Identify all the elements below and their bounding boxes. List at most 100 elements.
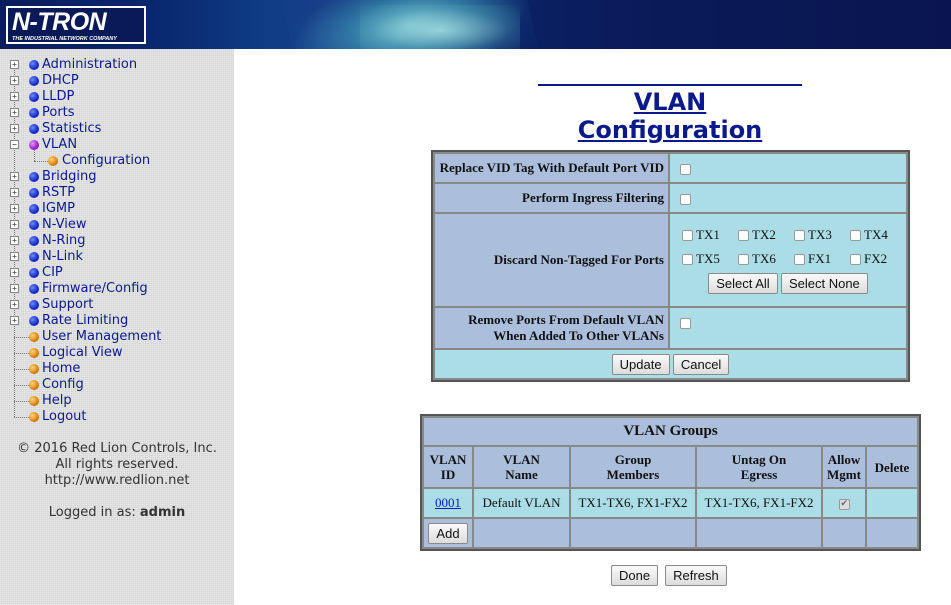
expand-icon[interactable]: + [10,300,19,309]
expand-icon[interactable]: + [10,124,19,133]
sidebar-item-label: Home [42,361,81,376]
expand-icon[interactable]: + [10,188,19,197]
expand-icon[interactable]: + [10,284,19,293]
sidebar-item-firmware-config[interactable]: + Firmware/Config [0,281,234,297]
sidebar-item-cip[interactable]: + CIP [0,265,234,281]
logo-tagline: THE INDUSTRIAL NETWORK COMPANY [12,36,117,42]
page-actions: Done Refresh [611,565,729,586]
sidebar-item-label: Administration [42,57,138,72]
expand-icon[interactable]: + [10,252,19,261]
tree-branch-line [14,337,29,338]
ingress-filter-cell [670,184,906,212]
remove-ports-checkbox[interactable] [680,317,691,329]
select-none-button[interactable]: Select None [780,272,868,294]
sidebar: + Administration + DHCP + LLDP + Ports + Statisti… [0,49,234,605]
sidebar-item-home[interactable]: Home [0,361,234,377]
sidebar-item-n-link[interactable]: + N-Link [0,249,234,265]
sidebar-item-lldp[interactable]: + LLDP [0,89,234,105]
sidebar-item-vlan[interactable]: − VLAN [0,137,234,153]
expand-icon[interactable]: + [10,220,19,229]
sidebar-item-n-ring[interactable]: + N-Ring [0,233,234,249]
port-checkbox[interactable] [794,254,805,266]
sidebar-item-igmp[interactable]: + IGMP [0,201,234,217]
port-label: FX2 [864,250,888,266]
collapse-icon[interactable]: − [10,140,19,149]
ingress-filter-checkbox[interactable] [680,193,691,205]
sidebar-item-label: CIP [42,265,63,280]
expand-icon[interactable]: + [10,236,19,245]
empty-cell [867,519,917,547]
vlan-id-link[interactable]: 0001 [435,495,461,510]
tree-branch-line [14,417,29,418]
tree-branch-line [14,353,29,354]
allow-mgmt-checkbox [838,498,850,510]
tree-child-line [34,149,35,161]
sidebar-item-logout[interactable]: Logout [0,409,234,425]
port-label: TX3 [808,226,832,242]
cancel-button[interactable]: Cancel [672,353,730,375]
sidebar-item-n-view[interactable]: + N-View [0,217,234,233]
expand-icon[interactable]: + [10,76,19,85]
ntron-logo[interactable]: N-TRON THE INDUSTRIAL NETWORK COMPANY [6,6,146,44]
sidebar-item-label: DHCP [42,73,79,88]
select-all-button[interactable]: Select All [708,272,778,294]
port-checkbox[interactable] [850,230,861,242]
sidebar-item-configuration[interactable]: Configuration [0,149,234,169]
port-checkbox[interactable] [794,230,805,242]
expand-icon[interactable]: + [10,92,19,101]
col-group-members: Group Members [571,447,695,487]
sidebar-item-user-management[interactable]: User Management [0,329,234,345]
sidebar-item-label: Help [42,393,72,408]
blue-dot-icon [29,284,39,294]
table-row: 0001 Default VLAN TX1-TX6, FX1-FX2 TX1-T… [424,489,917,517]
tree-branch-line [14,369,29,370]
sidebar-item-label: IGMP [42,201,75,216]
sidebar-item-label: Configuration [62,153,151,168]
select-buttons: Select All Select None [674,267,902,298]
config-actions: Update Cancel [435,350,906,378]
expand-icon[interactable]: + [10,204,19,213]
ingress-filter-label: Perform Ingress Filtering [435,184,668,212]
sidebar-item-ports[interactable]: + Ports [0,105,234,121]
expand-icon[interactable]: + [10,172,19,181]
blue-dot-icon [29,236,39,246]
port-checkbox[interactable] [850,254,861,266]
col-header-line: Group [614,452,652,467]
expand-icon[interactable]: + [10,316,19,325]
vlan-config-table: Replace VID Tag With Default Port VID Pe… [431,150,910,382]
tree-branch-line [14,385,29,386]
blue-dot-icon [29,60,39,70]
port-checkbox[interactable] [738,230,749,242]
port-checkbox[interactable] [738,254,749,266]
add-vlan-button[interactable]: Add [428,522,468,544]
sidebar-item-statistics[interactable]: + Statistics [0,121,234,137]
sidebar-item-label: Firmware/Config [42,281,148,296]
col-vlan-name: VLAN Name [474,447,569,487]
sidebar-item-administration[interactable]: + Administration [0,57,234,73]
sidebar-item-rate-limiting[interactable]: + Rate Limiting [0,313,234,329]
sidebar-item-support[interactable]: + Support [0,297,234,313]
port-tx5-option: TX5 [682,251,738,267]
expand-icon[interactable]: + [10,60,19,69]
update-button[interactable]: Update [611,353,670,375]
sidebar-item-rstp[interactable]: + RSTP [0,185,234,201]
discard-untagged-cell: TX1 TX2 TX3 TX4 TX5 TX6 FX1 FX2 Select All Sele… [670,214,906,306]
port-fx1-option: FX1 [794,251,850,267]
sidebar-item-help[interactable]: Help [0,393,234,409]
refresh-button[interactable]: Refresh [665,565,727,586]
expand-icon[interactable]: + [10,268,19,277]
sidebar-item-config[interactable]: Config [0,377,234,393]
done-button[interactable]: Done [611,565,659,586]
blue-dot-icon [29,204,39,214]
allow-mgmt-cell [823,489,865,517]
sidebar-item-bridging[interactable]: + Bridging [0,169,234,185]
expand-icon[interactable]: + [10,108,19,117]
port-checkbox[interactable] [682,230,693,242]
replace-vid-checkbox[interactable] [680,163,691,175]
replace-vid-cell [670,154,906,182]
col-header-line: Name [505,467,538,482]
port-label: TX4 [864,226,888,242]
sidebar-item-dhcp[interactable]: + DHCP [0,73,234,89]
sidebar-item-logical-view[interactable]: Logical View [0,345,234,361]
port-checkbox[interactable] [682,254,693,266]
